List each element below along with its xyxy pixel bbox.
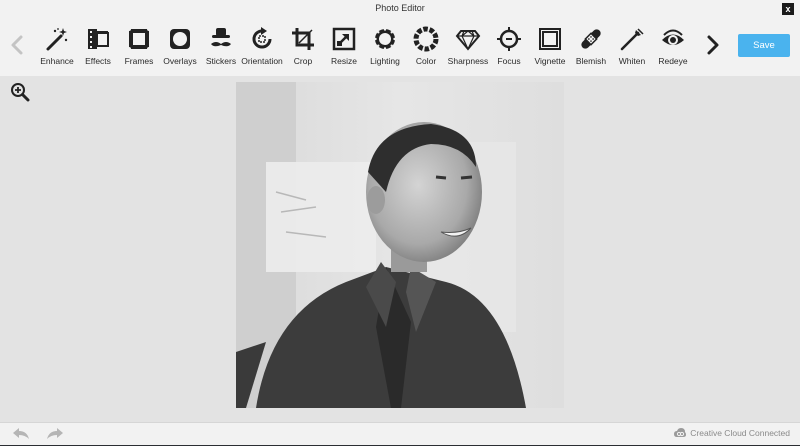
title-bar: Photo Editor x: [0, 0, 800, 18]
status-footer: Creative Cloud Connected: [0, 422, 800, 445]
redo-arrow-icon: [47, 428, 63, 439]
window-title: Photo Editor: [375, 3, 425, 13]
film-icon: [85, 26, 111, 52]
tool-toolbar: Enhance Effects Frames Overlays Stickers…: [0, 18, 800, 77]
toothbrush-icon: [619, 26, 645, 52]
frame-icon: [126, 26, 152, 52]
scroll-tools-left-button[interactable]: [8, 34, 26, 56]
resize-icon: [331, 26, 357, 52]
rotate-icon: [249, 26, 275, 52]
zoom-in-button[interactable]: [10, 82, 30, 102]
portrait-photo: [236, 82, 564, 408]
creative-cloud-icon: [674, 428, 687, 437]
undo-arrow-icon: [13, 428, 29, 439]
redo-button[interactable]: [46, 427, 64, 441]
close-button[interactable]: x: [782, 3, 794, 15]
photo-preview[interactable]: [236, 82, 564, 408]
chevron-left-icon: [11, 35, 23, 55]
sun-icon: [372, 26, 398, 52]
crop-icon: [290, 26, 316, 52]
focus-icon: [496, 26, 522, 52]
cloud-status-text: Creative Cloud Connected: [690, 428, 790, 438]
chevron-right-icon: [707, 35, 719, 55]
photo-editor-window: Photo Editor x Enhance Effects Frames Ov…: [0, 0, 800, 445]
tool-label: Redeye: [658, 56, 688, 66]
color-wheel-icon: [413, 26, 439, 52]
save-button[interactable]: Save: [738, 34, 790, 57]
tool-redeye[interactable]: Redeye: [648, 24, 698, 70]
vignette-icon: [537, 26, 563, 52]
overlay-icon: [167, 26, 193, 52]
eye-icon: [660, 26, 686, 52]
zoom-in-icon: [11, 83, 30, 102]
magic-wand-icon: [44, 26, 70, 52]
undo-button[interactable]: [12, 427, 30, 441]
mustache-hat-icon: [208, 26, 234, 52]
bandage-icon: [578, 26, 604, 52]
diamond-icon: [455, 26, 481, 52]
scroll-tools-right-button[interactable]: [704, 34, 722, 56]
cloud-status: Creative Cloud Connected: [674, 428, 790, 438]
